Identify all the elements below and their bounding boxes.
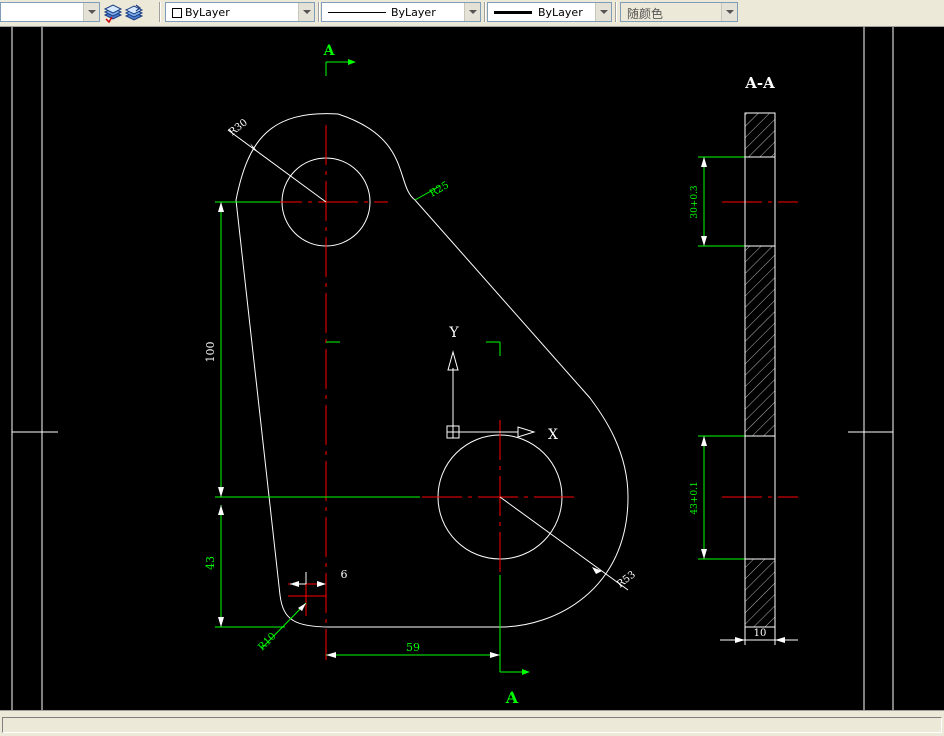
dimension-r30: R30: [227, 117, 250, 138]
section-view: [744, 112, 776, 628]
dimension-hole-bottom: 43+0.1: [690, 481, 700, 514]
layer-stack-icon[interactable]: [103, 3, 123, 23]
dimension-arrows: [218, 143, 785, 658]
dimensions: [215, 61, 745, 673]
linetype-preview: [328, 12, 386, 13]
dimension-r25: R25: [428, 180, 451, 200]
section-view-title: A-A: [744, 74, 775, 92]
lineweight-select[interactable]: ByLayer: [487, 2, 612, 22]
color-select[interactable]: ByLayer: [165, 2, 315, 22]
section-arrows: [348, 59, 530, 675]
chevron-down-icon[interactable]: [464, 3, 480, 21]
ucs-icon: [446, 350, 536, 439]
dimension-43: 43: [204, 556, 217, 570]
section-marker-top: A: [323, 43, 336, 59]
chevron-down-icon[interactable]: [83, 3, 99, 21]
color-swatch: [172, 8, 182, 18]
lineweight-preview: [494, 11, 532, 14]
ucs-x-label: X: [548, 427, 558, 443]
properties-toolbar: ByLayer ByLayer ByLayer 随颜色: [0, 0, 944, 27]
chevron-down-icon[interactable]: [721, 3, 737, 21]
layer-previous-icon[interactable]: [124, 3, 144, 23]
toolbar-separator: [318, 2, 320, 22]
chevron-down-icon[interactable]: [595, 3, 611, 21]
toolbar-separator: [615, 2, 617, 22]
toolbar-separator: [159, 2, 161, 22]
dimension-thickness: 10: [754, 628, 767, 639]
dimension-100: 100: [204, 342, 217, 363]
leader-lines: [227, 129, 798, 645]
leader-lines-green: [261, 185, 441, 649]
section-marker-bottom: A: [505, 688, 519, 707]
linetype-select[interactable]: ByLayer: [321, 2, 481, 22]
toolbar-separator: [484, 2, 486, 22]
dimension-r53: R53: [615, 569, 638, 590]
status-bar: [0, 710, 944, 736]
dimension-59: 59: [406, 641, 420, 654]
dimension-6: 6: [341, 568, 348, 581]
command-line[interactable]: [2, 717, 942, 733]
layer-select[interactable]: [0, 2, 100, 22]
drawing-area[interactable]: A A A-A R30 R25 R53 R10 100 43 59 6 30+0…: [0, 27, 944, 710]
plotstyle-select[interactable]: 随颜色: [620, 2, 738, 22]
dimension-hole-top: 30+0.3: [690, 185, 700, 219]
chevron-down-icon[interactable]: [298, 3, 314, 21]
ucs-y-label: Y: [448, 325, 459, 341]
